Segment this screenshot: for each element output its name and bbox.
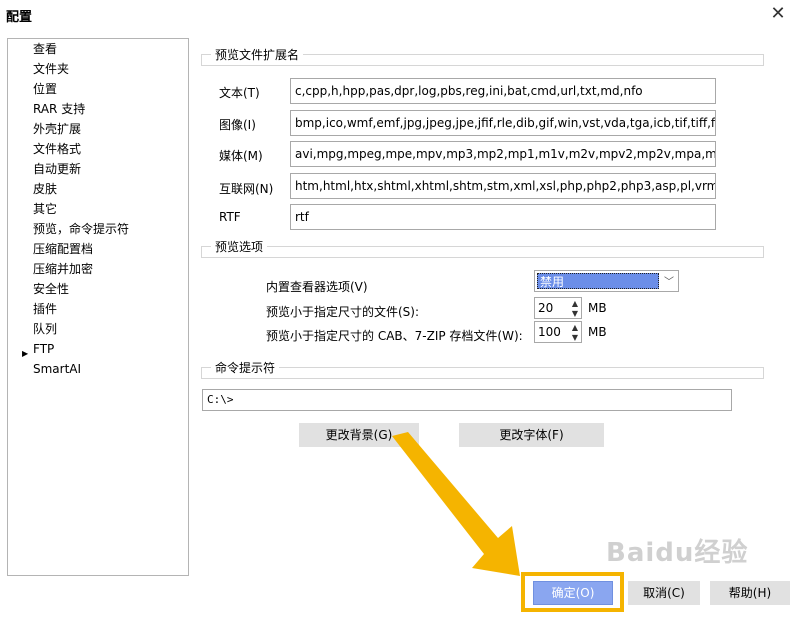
annotation-arrow-shape: [392, 432, 520, 576]
label-preview-size: 预览小于指定尺寸的文件(S):: [266, 305, 420, 319]
image-ext-input[interactable]: bmp,ico,wmf,emf,jpg,jpeg,jpe,jfif,rle,di…: [290, 110, 716, 136]
media-ext-input[interactable]: avi,mpg,mpeg,mpe,mpv,mp3,mp2,mp1,m1v,m2v…: [290, 141, 716, 167]
ok-button[interactable]: 确定(O): [533, 581, 613, 605]
spin-down-icon[interactable]: ▼: [572, 309, 578, 318]
nav-item-compress-profile[interactable]: 压缩配置档: [33, 239, 93, 259]
nav-item-queue[interactable]: 队列: [33, 319, 57, 339]
text-ext-input[interactable]: c,cpp,h,hpp,pas,dpr,log,pbs,reg,ini,bat,…: [290, 78, 716, 104]
rtf-ext-input[interactable]: rtf: [290, 204, 716, 230]
preview-size-value: 20: [538, 301, 554, 315]
nav-item-shell-ext[interactable]: 外壳扩展: [33, 119, 81, 139]
internet-ext-input[interactable]: htm,html,htx,shtml,xhtml,shtm,stm,xml,xs…: [290, 173, 716, 199]
window-title: 配置: [6, 10, 33, 25]
group-frame-preview-opts: [201, 246, 764, 258]
group-title-cmd: 命令提示符: [211, 359, 280, 376]
label-rtf-ext: RTF: [219, 210, 241, 224]
help-button[interactable]: 帮助(H): [710, 581, 790, 605]
label-archive-size: 预览小于指定尺寸的 CAB、7-ZIP 存档文件(W):: [266, 329, 523, 343]
annotation-arrow-icon: [392, 432, 520, 576]
spin-down-icon[interactable]: ▼: [572, 333, 578, 342]
group-title-preview-opts: 预览选项: [211, 238, 268, 255]
chevron-down-icon[interactable]: ﹀: [664, 273, 674, 288]
spin-up-icon[interactable]: ▲: [572, 323, 578, 332]
label-image-ext: 图像(I): [219, 118, 256, 132]
nav-item-other[interactable]: 其它: [33, 199, 57, 219]
nav-item-auto-update[interactable]: 自动更新: [33, 159, 81, 179]
nav-item-folders[interactable]: 文件夹: [33, 59, 69, 79]
spin-up-icon[interactable]: ▲: [572, 299, 578, 308]
preview-size-unit: MB: [588, 301, 607, 315]
label-viewer-option: 内置查看器选项(V): [266, 280, 368, 294]
nav-item-preview-cmd[interactable]: 预览，命令提示符: [33, 219, 129, 239]
settings-nav-tree[interactable]: 查看 文件夹 位置 RAR 支持 外壳扩展 文件格式 自动更新 皮肤 其它 预览…: [7, 38, 189, 576]
group-frame-cmd: [201, 367, 764, 379]
preview-size-stepper[interactable]: 20 ▲ ▼: [534, 297, 582, 319]
nav-item-smartai[interactable]: SmartAI: [33, 359, 81, 379]
viewer-option-value: 禁用: [537, 273, 659, 289]
nav-item-ftp[interactable]: FTP: [33, 339, 54, 359]
archive-size-unit: MB: [588, 325, 607, 339]
nav-item-compress-encrypt[interactable]: 压缩并加密: [33, 259, 93, 279]
label-media-ext: 媒体(M): [219, 149, 263, 163]
archive-size-value: 100: [538, 325, 561, 339]
expand-arrow-icon[interactable]: ▶: [22, 344, 28, 364]
label-internet-ext: 互联网(N): [219, 182, 274, 196]
cancel-button[interactable]: 取消(C): [628, 581, 700, 605]
nav-item-file-formats[interactable]: 文件格式: [33, 139, 81, 159]
archive-size-stepper[interactable]: 100 ▲ ▼: [534, 321, 582, 343]
watermark-logo: Baidu经验: [606, 538, 749, 568]
nav-item-location[interactable]: 位置: [33, 79, 57, 99]
group-title-preview-ext: 预览文件扩展名: [211, 46, 304, 63]
nav-item-plugins[interactable]: 插件: [33, 299, 57, 319]
nav-item-security[interactable]: 安全性: [33, 279, 69, 299]
viewer-option-select[interactable]: 禁用 ﹀: [534, 270, 679, 292]
close-icon[interactable]: ✕: [768, 4, 788, 24]
nav-item-rar-support[interactable]: RAR 支持: [33, 99, 85, 119]
cmd-preview-box[interactable]: C:\>: [202, 389, 732, 411]
nav-item-skin[interactable]: 皮肤: [33, 179, 57, 199]
nav-item-view[interactable]: 查看: [33, 39, 57, 59]
label-text-ext: 文本(T): [219, 86, 260, 100]
